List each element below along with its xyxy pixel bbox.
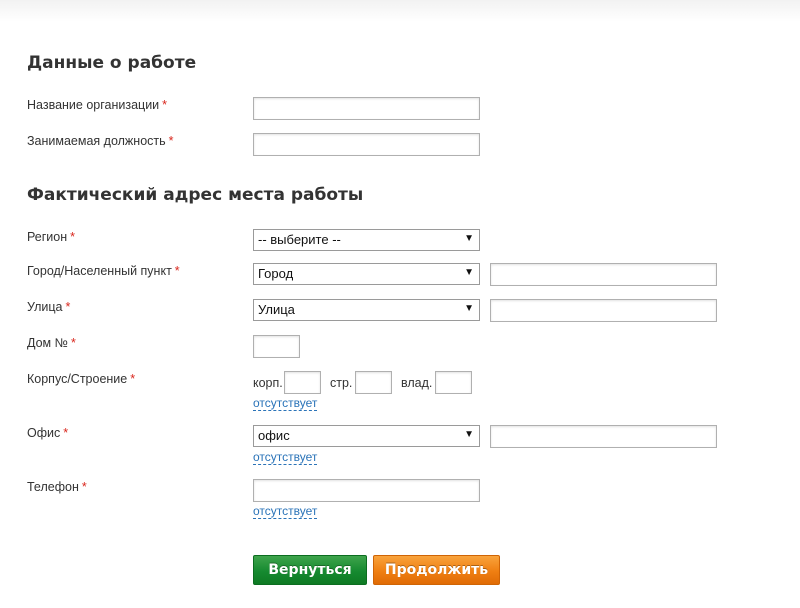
dropdown-arrow-icon: ▼ [464,267,474,278]
region-label: Регион * [27,230,76,244]
required-mark: * [70,230,76,244]
building-label: Корпус/Строение * [27,372,136,386]
city-label: Город/Населенный пункт * [27,264,180,278]
house-number-input[interactable] [253,335,300,358]
region-select-value: -- выберите -- [258,232,341,247]
dropdown-arrow-icon: ▼ [464,429,474,440]
position-input[interactable] [253,133,480,156]
continue-button[interactable]: Продолжить [373,555,500,585]
office-number-input[interactable] [490,425,717,448]
region-select[interactable]: -- выберите -- ▼ [253,229,480,251]
work-section-title: Данные о работе [27,53,197,73]
required-mark: * [65,300,71,314]
vlad-label: влад. [401,376,433,390]
korp-input[interactable] [284,371,321,394]
phone-label: Телефон * [27,480,87,494]
korp-label: корп. [253,376,283,390]
dropdown-arrow-icon: ▼ [464,233,474,244]
building-absent-link[interactable]: отсутствует [253,397,318,411]
back-button[interactable]: Вернуться [253,555,367,585]
city-type-value: Город [258,266,294,281]
office-absent-link[interactable]: отсутствует [253,451,318,465]
office-type-select[interactable]: офис ▼ [253,425,480,447]
org-name-label: Название организации * [27,98,168,112]
vlad-input[interactable] [435,371,472,394]
street-type-value: Улица [258,302,295,317]
city-type-select[interactable]: Город ▼ [253,263,480,285]
str-label: стр. [330,376,353,390]
city-name-input[interactable] [490,263,717,286]
required-mark: * [63,426,69,440]
required-mark: * [162,98,168,112]
phone-absent-link[interactable]: отсутствует [253,505,318,519]
office-type-value: офис [258,428,290,443]
phone-input[interactable] [253,479,480,502]
street-type-select[interactable]: Улица ▼ [253,299,480,321]
dropdown-arrow-icon: ▼ [464,303,474,314]
required-mark: * [174,264,180,278]
str-input[interactable] [355,371,392,394]
org-name-input[interactable] [253,97,480,120]
address-section-title: Фактический адрес места работы [27,185,364,205]
street-name-input[interactable] [490,299,717,322]
required-mark: * [130,372,136,386]
street-label: Улица * [27,300,71,314]
office-label: Офис * [27,426,69,440]
application-form-page: Данные о работе Название организации * За… [0,0,800,608]
required-mark: * [81,480,87,494]
house-label: Дом № * [27,336,76,350]
required-mark: * [71,336,76,350]
required-mark: * [168,134,174,148]
position-label: Занимаемая должность * [27,134,174,148]
